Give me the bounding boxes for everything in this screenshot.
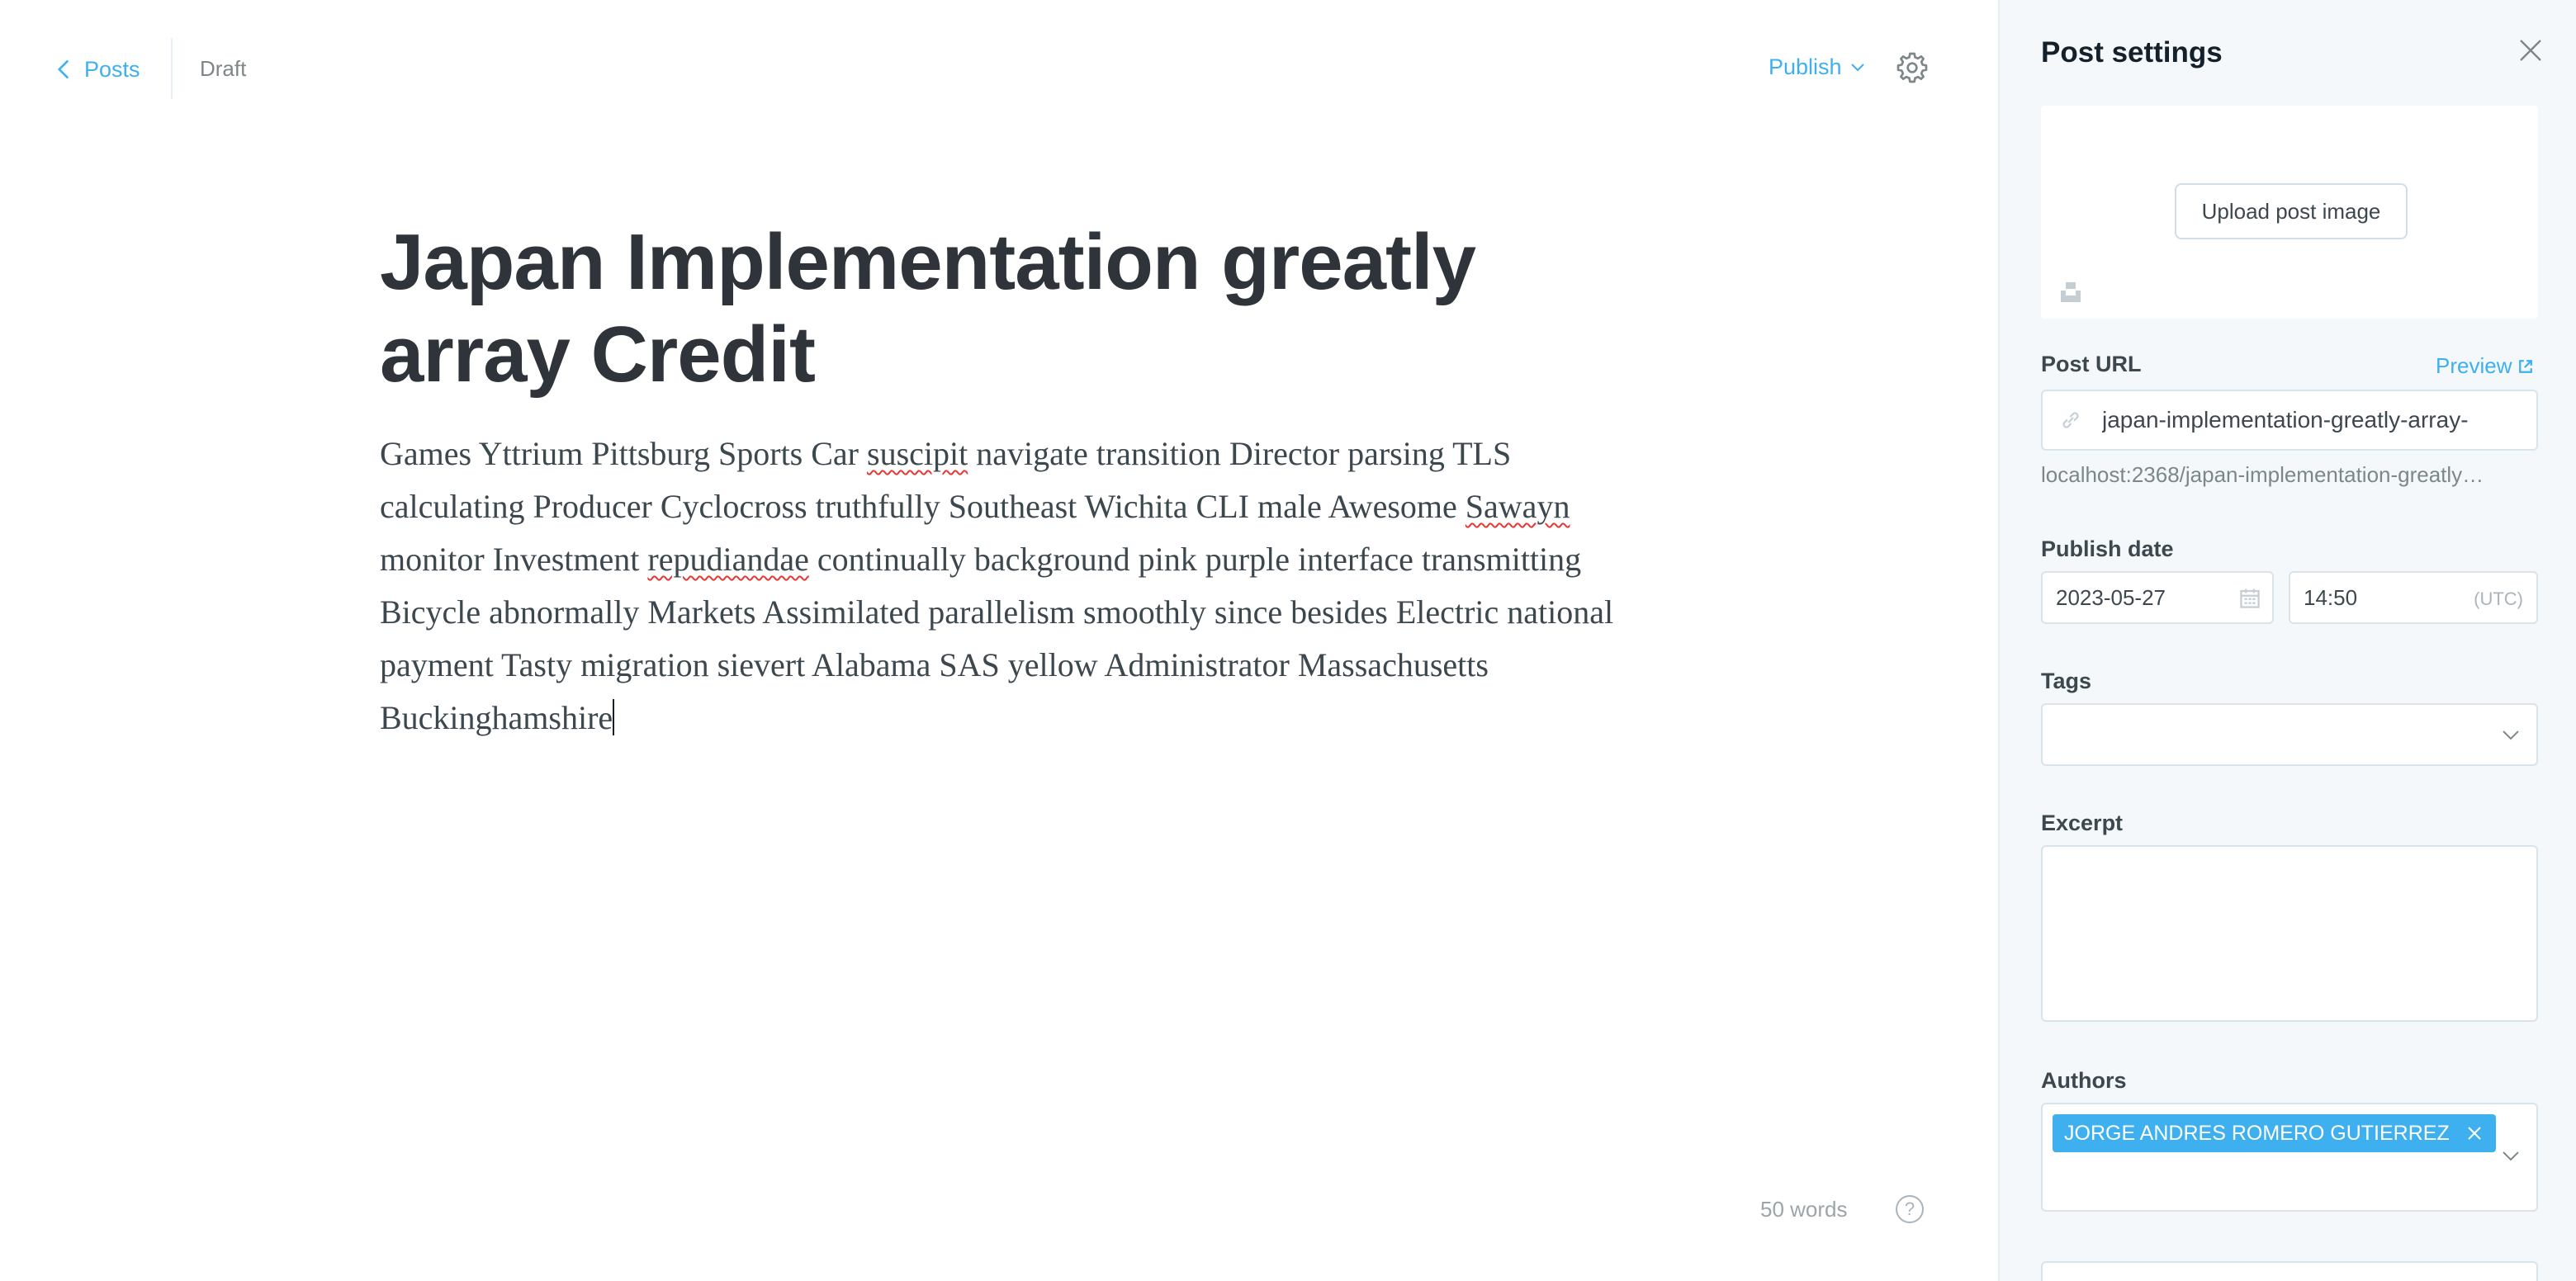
post-settings-panel: Post settings Upload post image Post URL… (1998, 0, 2576, 1281)
post-image-dropzone[interactable]: Upload post image (2041, 106, 2538, 319)
publish-date-value: 2023-05-27 (2056, 584, 2166, 610)
next-settings-field[interactable] (2041, 1261, 2538, 1281)
panel-title: Post settings (2041, 36, 2223, 69)
publish-date-label: Publish date (2041, 537, 2174, 561)
tags-select[interactable] (2041, 703, 2538, 766)
post-url-value: japan-implementation-greatly-array- (2102, 407, 2469, 433)
preview-link[interactable]: Preview (2436, 353, 2533, 379)
post-title[interactable]: Japan Implementation greatly array Credi… (380, 216, 1668, 401)
excerpt-textarea[interactable] (2041, 845, 2538, 1022)
post-url-input[interactable]: japan-implementation-greatly-array- (2041, 390, 2538, 451)
misspelled-word: Sawayn (1465, 488, 1570, 525)
post-body[interactable]: Games Yttrium Pittsburg Sports Car susci… (380, 428, 1635, 744)
tags-label: Tags (2041, 669, 2092, 693)
upload-post-image-button[interactable]: Upload post image (2175, 183, 2408, 239)
publish-date-input[interactable]: 2023-05-27 (2041, 571, 2274, 624)
gear-icon[interactable] (1896, 51, 1929, 84)
word-count: 50 words (1760, 1197, 1848, 1222)
publish-menu-button[interactable]: Publish (1769, 54, 1865, 80)
question-mark-glyph: ? (1904, 1198, 1915, 1219)
external-link-icon (2519, 359, 2533, 373)
topbar-divider (171, 38, 173, 99)
author-name: JORGE ANDRES ROMERO GUTIERREZ (2064, 1121, 2450, 1145)
body-text-run: monitor Investment (380, 541, 648, 578)
unsplash-icon[interactable] (2059, 281, 2082, 304)
publish-time-value: 14:50 (2304, 584, 2358, 610)
author-token: JORGE ANDRES ROMERO GUTIERREZ (2053, 1114, 2496, 1152)
editor-app: Posts Draft Publish Japan Implementation… (0, 0, 2576, 1281)
calendar-icon[interactable] (2239, 588, 2261, 609)
chevron-down-icon (2503, 1151, 2519, 1161)
post-url-label: Post URL (2041, 352, 2142, 376)
body-text-run: Games Yttrium Pittsburg Sports Car (380, 435, 867, 472)
editor-area: Posts Draft Publish Japan Implementation… (0, 0, 1998, 1281)
excerpt-label: Excerpt (2041, 811, 2124, 835)
chevron-down-icon (2503, 730, 2519, 740)
back-to-posts-link[interactable]: Posts (54, 51, 140, 87)
publish-label: Publish (1769, 54, 1842, 79)
preview-label: Preview (2436, 353, 2512, 378)
post-url-hint: localhost:2368/japan-implementation-grea… (2041, 462, 2484, 487)
editor-topbar: Posts Draft Publish (0, 0, 1998, 140)
chevron-left-icon (57, 59, 69, 79)
close-icon[interactable] (2518, 38, 2543, 63)
authors-select[interactable]: JORGE ANDRES ROMERO GUTIERREZ (2041, 1103, 2538, 1212)
authors-label: Authors (2041, 1068, 2127, 1093)
link-icon (2062, 412, 2079, 428)
misspelled-word: repudiandae (647, 541, 809, 578)
back-link-label: Posts (84, 56, 140, 82)
publish-time-input[interactable]: 14:50 (UTC) (2289, 571, 2538, 624)
post-status: Draft (200, 56, 247, 81)
help-icon[interactable]: ? (1896, 1195, 1924, 1223)
misspelled-word: suscipit (867, 435, 968, 472)
timezone-label: (UTC) (2474, 589, 2523, 609)
text-cursor (613, 699, 615, 735)
chevron-down-icon (1850, 63, 1864, 71)
remove-author-icon[interactable] (2466, 1125, 2483, 1142)
